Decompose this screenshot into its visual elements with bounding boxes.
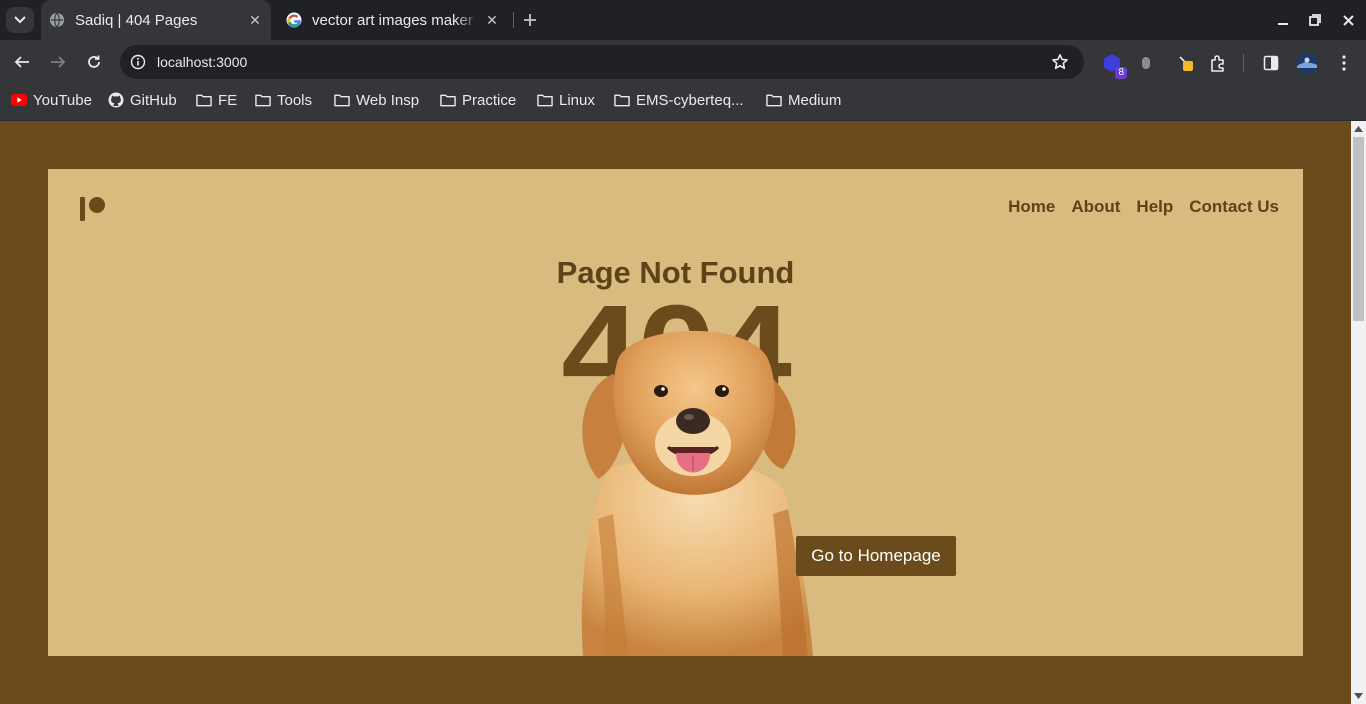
bookmark-label: Web Insp (356, 91, 420, 109)
plus-icon (524, 14, 536, 26)
bookmark-label: FE (218, 91, 238, 109)
nav-home[interactable]: Home (1008, 197, 1055, 217)
nav-about[interactable]: About (1071, 197, 1120, 217)
bookmark-folder-web-insp[interactable]: Web Insp (334, 85, 419, 115)
bookmark-github[interactable]: GitHub (108, 85, 177, 115)
extensions-menu-button[interactable] (1207, 52, 1229, 74)
url-text[interactable]: localhost:3000 (157, 54, 247, 70)
page-scrollbar[interactable] (1351, 121, 1366, 704)
bookmark-folder-fe[interactable]: FE (196, 85, 237, 115)
bookmark-label: GitHub (130, 91, 177, 109)
restore-icon (1309, 14, 1321, 26)
close-icon (1342, 14, 1354, 26)
bookmark-folder-tools[interactable]: Tools (255, 85, 312, 115)
address-bar[interactable]: localhost:3000 (120, 45, 1084, 79)
main-nav: Home About Help Contact Us (1008, 197, 1279, 217)
minimize-button[interactable] (1268, 0, 1298, 40)
folder-icon (440, 92, 456, 108)
scroll-down-arrow-icon[interactable] (1354, 692, 1363, 700)
tab-vector-art[interactable]: vector art images maker ✕ (278, 0, 508, 40)
extension-hexagon-button[interactable]: 8 (1101, 52, 1127, 79)
bookmark-folder-medium[interactable]: Medium (766, 85, 841, 115)
chevron-down-icon (14, 16, 26, 24)
profile-avatar[interactable] (1296, 52, 1318, 74)
bookmark-star-icon[interactable] (1050, 52, 1070, 72)
close-icon[interactable]: ✕ (480, 8, 504, 32)
bookmark-folder-linux[interactable]: Linux (537, 85, 595, 115)
go-to-homepage-button[interactable]: Go to Homepage (796, 536, 956, 576)
bookmark-youtube[interactable]: YouTube (11, 85, 92, 115)
tab-sadiq-404[interactable]: Sadiq | 404 Pages ✕ (41, 0, 271, 40)
bookmark-label: Linux (559, 91, 595, 109)
bookmark-label: YouTube (33, 91, 92, 109)
close-icon[interactable]: ✕ (243, 8, 267, 32)
forward-button[interactable] (44, 48, 72, 76)
note-extension-icon (1179, 56, 1193, 71)
bookmark-label: Tools (277, 91, 313, 109)
tab-title: vector art images maker (312, 11, 473, 29)
folder-icon (196, 92, 212, 108)
restore-button[interactable] (1300, 0, 1330, 40)
side-panel-icon (1263, 55, 1279, 71)
bookmark-label: Practice (462, 91, 517, 109)
nav-contact-us[interactable]: Contact Us (1189, 197, 1279, 217)
kebab-menu-icon (1342, 55, 1346, 71)
tab-title: Sadiq | 404 Pages (75, 11, 198, 29)
bookmarks-bar: YouTube GitHub FE Tools Web Insp Practic… (0, 85, 1366, 121)
browser-toolbar: localhost:3000 8 (0, 40, 1366, 85)
back-button[interactable] (8, 48, 36, 76)
folder-icon (766, 92, 782, 108)
youtube-icon (11, 92, 27, 108)
arrow-left-icon (14, 56, 29, 68)
folder-icon (334, 92, 350, 108)
folder-icon (614, 92, 630, 108)
dog-illustration (581, 330, 813, 656)
github-icon (108, 92, 124, 108)
scroll-up-arrow-icon[interactable] (1354, 125, 1363, 133)
arrow-right-icon (51, 56, 66, 68)
tab-search-button[interactable] (6, 7, 34, 33)
logo-icon[interactable] (78, 195, 108, 223)
content-card: Home About Help Contact Us Page Not Foun… (48, 169, 1303, 656)
info-icon[interactable] (128, 52, 148, 72)
bookmark-label: Medium (788, 91, 842, 109)
minimize-icon (1278, 23, 1288, 25)
nav-help[interactable]: Help (1136, 197, 1173, 217)
chrome-menu-button[interactable] (1333, 52, 1355, 74)
folder-icon (255, 92, 271, 108)
puzzle-icon (1211, 55, 1224, 72)
bookmark-folder-practice[interactable]: Practice (440, 85, 516, 115)
extension-note-button[interactable] (1175, 52, 1197, 74)
reload-button[interactable] (80, 48, 108, 76)
tab-strip: Sadiq | 404 Pages ✕ vector art images ma… (0, 0, 1366, 40)
globe-icon (49, 12, 65, 28)
avatar-icon (1296, 52, 1318, 74)
extension-mouse-button[interactable] (1135, 52, 1157, 74)
toolbar-separator (1243, 54, 1244, 72)
scroll-thumb[interactable] (1353, 137, 1364, 321)
folder-icon (537, 92, 553, 108)
reload-icon (88, 55, 100, 68)
tab-separator (513, 12, 514, 28)
close-window-button[interactable] (1333, 0, 1363, 40)
mouse-icon (1142, 57, 1150, 69)
page-viewport: Home About Help Contact Us Page Not Foun… (0, 121, 1351, 704)
google-icon (286, 12, 302, 28)
new-tab-button[interactable] (518, 7, 542, 33)
extension-badge: 8 (1115, 67, 1127, 79)
side-panel-button[interactable] (1260, 52, 1282, 74)
bookmark-label: EMS-cyberteq... (636, 91, 744, 109)
bookmark-folder-ems[interactable]: EMS-cyberteq... (614, 85, 744, 115)
